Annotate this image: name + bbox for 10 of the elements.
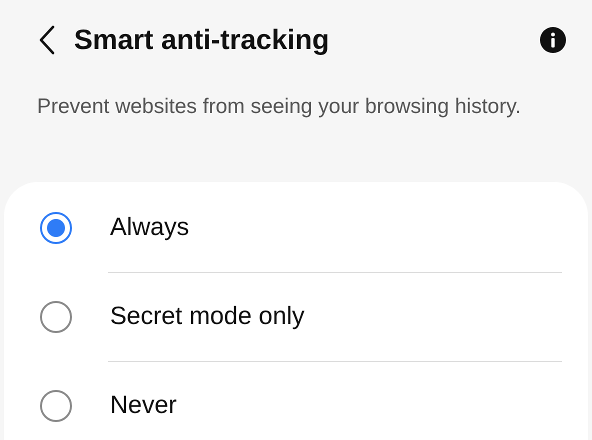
description-text: Prevent websites from seeing your browsing history. [36, 94, 522, 120]
info-button[interactable] [540, 27, 566, 53]
radio-button[interactable] [40, 212, 72, 244]
page-title: Smart anti-tracking [74, 23, 330, 57]
option-label[interactable]: Always [110, 209, 190, 247]
option-label[interactable]: Secret mode only [110, 298, 305, 336]
radio-button[interactable] [40, 301, 72, 333]
radio-button[interactable] [40, 390, 72, 422]
back-icon [38, 25, 56, 55]
option-label[interactable]: Never [110, 387, 177, 425]
